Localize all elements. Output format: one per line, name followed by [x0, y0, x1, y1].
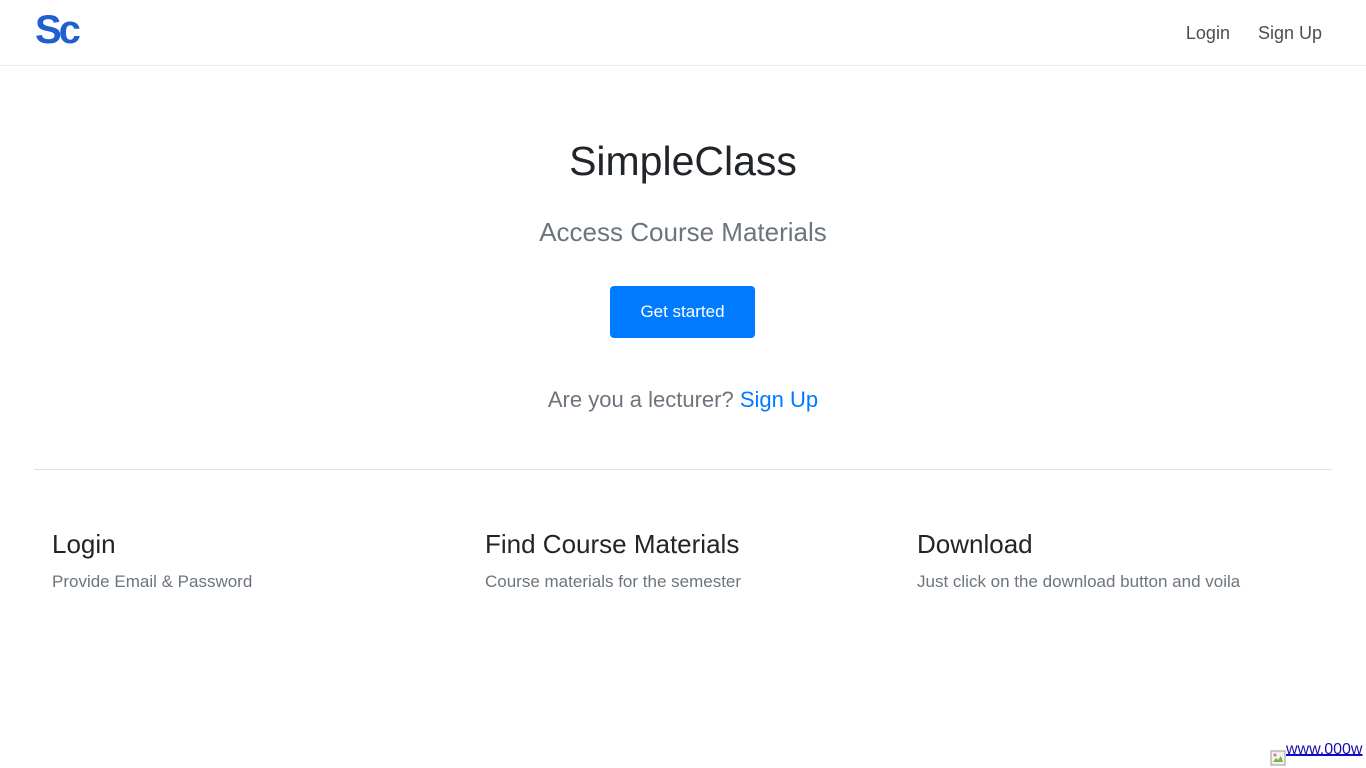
section-divider — [34, 469, 1332, 470]
feature-description: Course materials for the semester — [485, 572, 742, 591]
feature-title: Login — [52, 529, 116, 559]
feature-title: Download — [917, 529, 1033, 559]
page: Sc Login Sign Up SimpleClass Access Cour… — [0, 0, 1366, 768]
hero-subtitle: Access Course Materials — [539, 217, 827, 247]
nav-login-link[interactable]: Login — [1186, 21, 1230, 45]
feature-download: Download Just click on the download butt… — [917, 526, 1317, 594]
feature-find-materials: Find Course Materials Course materials f… — [485, 526, 885, 594]
feature-title: Find Course Materials — [485, 529, 740, 559]
feature-description: Just click on the download button and vo… — [917, 572, 1241, 591]
nav-links: Login Sign Up — [1186, 21, 1322, 45]
feature-description: Provide Email & Password — [52, 572, 253, 591]
nav-signup-link[interactable]: Sign Up — [1258, 21, 1322, 45]
navbar: Sc Login Sign Up — [0, 0, 1366, 66]
lecturer-prompt-line: Are you a lecturer? Sign Up — [0, 384, 1366, 416]
badge-text: www.000w — [1286, 741, 1363, 758]
get-started-button[interactable]: Get started — [610, 286, 755, 338]
brand-logo[interactable]: Sc — [35, 8, 81, 52]
lecturer-prompt-text: Are you a lecturer? — [547, 387, 734, 412]
hero-title: SimpleClass — [569, 138, 797, 184]
feature-login: Login Provide Email & Password — [52, 526, 452, 594]
hosting-badge-link[interactable]: www.000w — [1270, 740, 1366, 768]
broken-image-icon — [1270, 750, 1286, 766]
lecturer-signup-link[interactable]: Sign Up — [740, 387, 818, 412]
